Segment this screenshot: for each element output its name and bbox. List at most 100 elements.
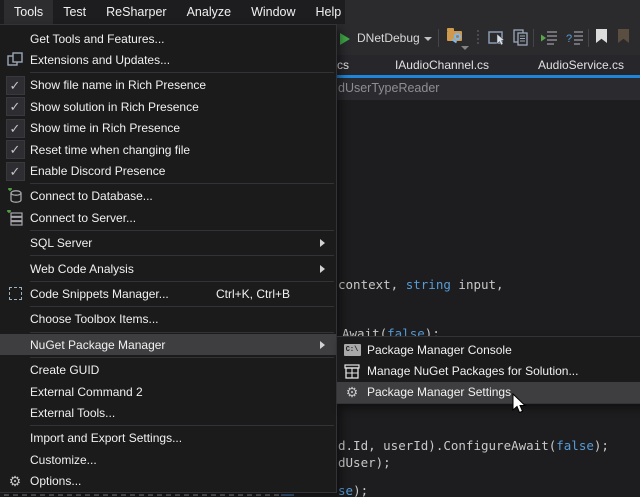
- menu-item-external-command-2[interactable]: External Command 2: [0, 381, 336, 402]
- check-icon: ✓: [0, 162, 30, 181]
- menu-item-label: Choose Toolbox Items...: [30, 312, 320, 326]
- menu-item-label: Import and Export Settings...: [30, 431, 320, 445]
- menu-item-get-tools-and-features[interactable]: Get Tools and Features...: [0, 28, 336, 49]
- toolbar-grip[interactable]: [477, 30, 479, 44]
- menu-item-label: Reset time when changing file: [30, 143, 320, 157]
- menu-item-nuget-package-manager[interactable]: NuGet Package Manager: [0, 334, 336, 355]
- format-indent-button[interactable]: [540, 30, 558, 45]
- vs-window: DNetDebug ? ToolsTestReSharperAna: [0, 0, 640, 497]
- menubar-item-test[interactable]: Test: [53, 0, 96, 24]
- menu-item-show-file-name-in-rich-presence[interactable]: ✓Show file name in Rich Presence: [0, 75, 336, 96]
- find-in-files-button[interactable]: [447, 31, 462, 41]
- menu-item-customize[interactable]: Customize...: [0, 449, 336, 470]
- bookmark-icon: [596, 29, 607, 43]
- comment-code-button[interactable]: ?: [566, 30, 584, 45]
- toggle-bookmark-button[interactable]: [596, 29, 607, 43]
- menu-separator: [30, 281, 334, 282]
- navbar-type-name[interactable]: dUserTypeReader: [338, 81, 439, 95]
- pointer-frame-icon: [488, 29, 506, 46]
- server-icon: [0, 210, 30, 226]
- menu-item-show-solution-in-rich-presence[interactable]: ✓Show solution in Rich Presence: [0, 96, 336, 117]
- code-token: d.Id, userId).ConfigureAwait(: [338, 438, 556, 453]
- menubar-item-resharper[interactable]: ReSharper: [96, 0, 176, 24]
- menu-item-label: Connect to Database...: [30, 189, 320, 203]
- submenu-item-package-manager-console[interactable]: C:\Package Manager Console: [337, 339, 640, 360]
- database-icon: [7, 188, 23, 204]
- menu-item-label: Connect to Server...: [30, 211, 320, 225]
- find-in-files-icon: [447, 31, 462, 41]
- tools-menu: Get Tools and Features...Extensions and …: [0, 24, 337, 493]
- menubar-item-window[interactable]: Window: [241, 0, 305, 24]
- check-icon: ✓: [6, 119, 25, 138]
- toolbar-separator: [533, 29, 534, 47]
- server-icon: [7, 210, 23, 226]
- menu-item-create-guid[interactable]: Create GUID: [0, 359, 336, 380]
- chevron-down-icon: [461, 46, 469, 50]
- menubar-item-tools[interactable]: Tools: [4, 0, 53, 24]
- menu-item-choose-toolbox-items[interactable]: Choose Toolbox Items...: [0, 309, 336, 330]
- clipped-code-line: [281, 494, 294, 496]
- code-line: context, string input,: [338, 277, 504, 292]
- code-token-keyword: se: [338, 483, 353, 497]
- menu-item-connect-to-database[interactable]: Connect to Database...: [0, 186, 336, 207]
- check-icon: ✓: [6, 76, 25, 95]
- copy-button[interactable]: [513, 29, 530, 46]
- menu-item-import-and-export-settings[interactable]: Import and Export Settings...: [0, 428, 336, 449]
- indent-lines-icon: [540, 30, 558, 45]
- menu-item-extensions-and-updates[interactable]: Extensions and Updates...: [0, 49, 336, 70]
- menu-item-options[interactable]: ⚙Options...: [0, 470, 336, 491]
- code-line: d.Id, userId).ConfigureAwait(false);: [338, 438, 609, 453]
- code-token-keyword: string: [406, 277, 451, 292]
- menu-item-external-tools[interactable]: External Tools...: [0, 402, 336, 423]
- gear-icon: ⚙: [0, 474, 30, 488]
- tab-audioservice-cs[interactable]: AudioService.cs: [522, 55, 640, 75]
- console-icon: C:\: [337, 344, 367, 356]
- navigate-to-button[interactable]: [488, 29, 506, 46]
- menubar-item-help[interactable]: Help: [306, 0, 352, 24]
- nuget-icon: [344, 364, 360, 379]
- gear-icon: ⚙: [346, 385, 359, 399]
- code-token: );: [594, 438, 609, 453]
- menu-item-label: Web Code Analysis: [30, 262, 320, 276]
- next-bookmark-button[interactable]: [618, 29, 629, 43]
- menu-separator: [30, 72, 334, 73]
- menu-item-show-time-in-rich-presence[interactable]: ✓ Show time in Rich Presence: [0, 118, 336, 139]
- run-target-label[interactable]: DNetDebug: [357, 31, 420, 45]
- nuget-package-manager-submenu: C:\Package Manager Console Manage NuGet P…: [336, 336, 640, 404]
- menu-item-label: Manage NuGet Packages for Solution...: [367, 364, 629, 378]
- menu-item-label: Enable Discord Presence: [30, 164, 320, 178]
- menu-item-code-snippets-manager[interactable]: Code Snippets Manager...Ctrl+K, Ctrl+B: [0, 283, 336, 304]
- menu-separator: [30, 230, 334, 231]
- menu-item-web-code-analysis[interactable]: Web Code Analysis: [0, 258, 336, 279]
- menu-item-connect-to-server[interactable]: Connect to Server...: [0, 207, 336, 228]
- tab-iaudiochannel-cs[interactable]: IAudioChannel.cs: [378, 55, 506, 75]
- menu-item-label: Options...: [30, 474, 320, 488]
- check-icon: ✓: [0, 140, 30, 159]
- play-icon: [340, 33, 350, 45]
- menu-separator: [30, 183, 334, 184]
- start-debug-button[interactable]: [340, 33, 350, 45]
- menu-item-enable-discord-presence[interactable]: ✓ Enable Discord Presence: [0, 160, 336, 181]
- copy-icon: [513, 29, 530, 46]
- submenu-arrow-icon: [320, 341, 336, 349]
- mouse-cursor: [512, 393, 528, 415]
- menu-item-label: SQL Server: [30, 236, 320, 250]
- check-icon: ✓: [0, 97, 30, 116]
- menu-item-label: External Tools...: [30, 406, 320, 420]
- menu-item-label: Customize...: [30, 453, 320, 467]
- menu-item-label: Show solution in Rich Presence: [30, 100, 320, 114]
- menu-item-sql-server[interactable]: SQL Server: [0, 233, 336, 254]
- find-dropdown[interactable]: [461, 46, 469, 50]
- submenu-item-package-manager-settings[interactable]: ⚙ Package Manager Settings: [337, 382, 640, 403]
- menu-item-label: Show time in Rich Presence: [30, 121, 320, 135]
- submenu-item-manage-nuget-packages-for-solution[interactable]: Manage NuGet Packages for Solution...: [337, 360, 640, 381]
- code-line: se);: [338, 483, 368, 497]
- menu-item-label: Package Manager Settings: [367, 385, 629, 399]
- check-icon: ✓: [6, 162, 25, 181]
- snippets-icon: [0, 287, 30, 300]
- menu-item-reset-time-when-changing-file[interactable]: ✓Reset time when changing file: [0, 139, 336, 160]
- run-target-dropdown[interactable]: [424, 37, 432, 41]
- menubar-item-analyze[interactable]: Analyze: [177, 0, 241, 24]
- extensions-icon: [7, 52, 23, 68]
- toolbar-separator: [588, 29, 589, 47]
